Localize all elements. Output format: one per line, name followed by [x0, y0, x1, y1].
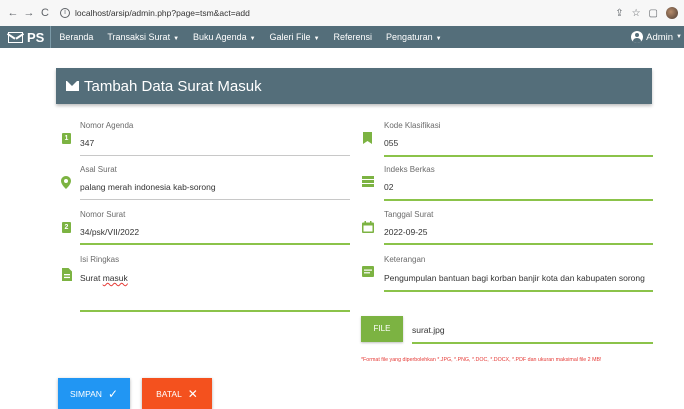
tanggal-surat-field[interactable]: 2022-09-25 — [384, 227, 427, 237]
caret-down-icon: ▼ — [676, 34, 682, 40]
back-icon[interactable]: ← — [6, 7, 20, 19]
cancel-button-label: BATAL — [156, 388, 182, 399]
nomor-surat-underline — [80, 243, 350, 245]
brand-text: PS — [27, 29, 45, 45]
indeks-berkas-underline — [384, 199, 653, 201]
menu-buku-agenda[interactable]: Buku Agenda ▼ — [193, 32, 256, 42]
save-button[interactable]: SIMPAN ✓ — [58, 378, 130, 409]
page-title: Tambah Data Surat Masuk — [84, 77, 262, 95]
menu-transaksi-surat[interactable]: Transaksi Surat ▼ — [107, 32, 179, 42]
caret-down-icon: ▼ — [313, 36, 320, 42]
mail-icon — [66, 81, 79, 91]
star-icon[interactable]: ☆ — [632, 8, 641, 19]
tanggal-surat-label: Tanggal Surat — [384, 210, 434, 219]
keterangan-underline — [384, 290, 653, 292]
caret-down-icon: ▼ — [435, 36, 442, 42]
asal-surat-label: Asal Surat — [80, 165, 117, 174]
info-icon[interactable]: i — [60, 8, 70, 18]
sidepanel-icon[interactable]: ▢ — [649, 8, 658, 19]
check-icon: ✓ — [107, 386, 119, 401]
caret-down-icon: ▼ — [249, 36, 256, 42]
tanggal-surat-underline — [384, 243, 653, 245]
isi-ringkas-underline — [80, 310, 350, 312]
kode-klasifikasi-label: Kode Klasifikasi — [384, 121, 441, 130]
nomor-surat-field[interactable]: 34/psk/VII/2022 — [80, 227, 139, 237]
form-header: Tambah Data Surat Masuk — [56, 68, 652, 104]
mail-icon — [8, 31, 23, 43]
isi-ringkas-label: Isi Ringkas — [80, 255, 120, 264]
asal-surat-underline — [80, 199, 350, 200]
list-icon — [362, 176, 374, 187]
nomor-agenda-field[interactable]: 347 — [80, 138, 94, 148]
account-icon — [631, 31, 644, 43]
looks-one-icon: 1 — [62, 133, 71, 144]
bookmark-icon — [363, 132, 372, 144]
reload-icon[interactable]: C — [38, 7, 52, 19]
indeks-berkas-label: Indeks Berkas — [384, 165, 435, 174]
keterangan-field[interactable]: Pengumpulan bantuan bagi korban banjir k… — [384, 273, 645, 283]
close-icon: ✕ — [187, 386, 198, 401]
file-path-field[interactable]: surat.jpg — [412, 325, 445, 335]
file-format-hint: *Format file yang diperbolehkan *.JPG, *… — [361, 357, 602, 363]
file-upload-button[interactable]: FILE — [361, 316, 403, 342]
url-text[interactable]: localhost/arsip/admin.php?page=tsm&act=a… — [75, 8, 250, 18]
looks-two-icon: 2 — [62, 222, 71, 233]
brand-logo[interactable]: PS — [0, 26, 52, 48]
place-icon — [61, 176, 71, 189]
user-name: Admin — [646, 31, 674, 43]
profile-avatar[interactable] — [666, 7, 678, 19]
isi-ringkas-field[interactable]: Surat masuk — [80, 273, 128, 283]
app-navbar: PS Beranda Transaksi Surat ▼ Buku Agenda ▼… — [0, 26, 684, 48]
user-menu[interactable]: Admin ▼ — [631, 26, 682, 48]
browser-actions: ⇪ ☆ ▢ — [615, 7, 678, 19]
asal-surat-field[interactable]: palang merah indonesia kab-sorong — [80, 182, 216, 192]
keterangan-label: Keterangan — [384, 255, 426, 264]
description-icon — [62, 268, 72, 281]
indeks-berkas-field[interactable]: 02 — [384, 182, 393, 192]
address-bar[interactable]: i localhost/arsip/admin.php?page=tsm&act… — [60, 4, 615, 22]
nomor-surat-label: Nomor Surat — [80, 210, 126, 219]
browser-toolbar: ← → C i localhost/arsip/admin.php?page=t… — [0, 0, 684, 26]
calendar-icon — [362, 221, 374, 233]
nomor-agenda-underline — [80, 155, 350, 156]
comment-icon — [362, 266, 374, 277]
cancel-button[interactable]: BATAL ✕ — [142, 378, 212, 409]
menu-referensi[interactable]: Referensi — [334, 32, 373, 42]
save-button-label: SIMPAN — [69, 388, 102, 399]
kode-klasifikasi-underline — [384, 155, 653, 157]
forward-icon[interactable]: → — [22, 7, 36, 19]
menu-pengaturan[interactable]: Pengaturan ▼ — [386, 32, 442, 42]
nomor-agenda-label: Nomor Agenda — [80, 121, 134, 130]
kode-klasifikasi-field[interactable]: 055 — [384, 138, 398, 148]
menu-galeri-file[interactable]: Galeri File ▼ — [270, 32, 320, 42]
file-path-underline — [412, 342, 653, 344]
share-icon[interactable]: ⇪ — [615, 8, 623, 19]
caret-down-icon: ▼ — [173, 36, 180, 42]
menu-beranda[interactable]: Beranda — [59, 32, 93, 42]
